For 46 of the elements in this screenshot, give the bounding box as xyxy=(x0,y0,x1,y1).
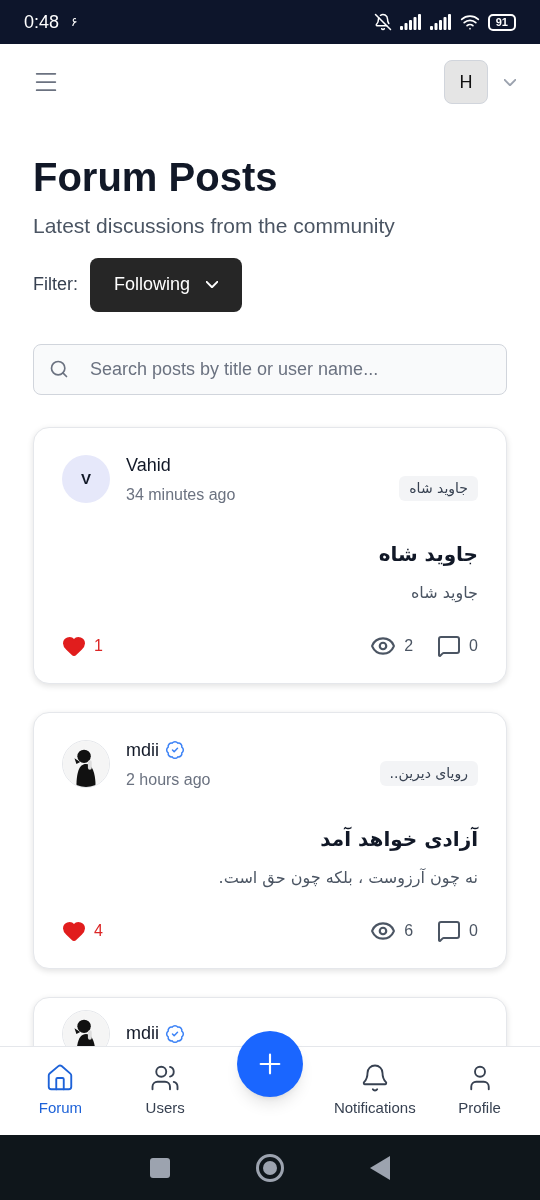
user-avatar: V xyxy=(62,455,110,503)
post-excerpt: جاوید شاه xyxy=(409,581,478,605)
users-icon xyxy=(150,1063,181,1093)
page-subtitle: Latest discussions from the community xyxy=(33,213,396,239)
nav-tab[interactable]: Profile xyxy=(427,1063,532,1120)
recents-icon[interactable] xyxy=(150,1157,170,1178)
status-indicator: ۶ xyxy=(71,14,78,31)
signal-icon xyxy=(429,14,452,30)
nav-tab[interactable]: Users xyxy=(112,1063,218,1120)
author-name: Vahid xyxy=(126,453,171,477)
post-excerpt: نه چون آرزوست ، بلکه چون حق است. xyxy=(217,866,478,890)
view-count: 2 xyxy=(404,635,414,656)
post-card[interactable]: mdii xyxy=(33,996,507,1046)
like-count: 4 xyxy=(94,920,103,941)
search-icon xyxy=(49,358,69,379)
back-icon[interactable] xyxy=(370,1155,390,1180)
comment-count: 0 xyxy=(469,920,478,941)
post-tag: رویای دیرین.. xyxy=(379,760,478,786)
post-time: 34 minutes ago xyxy=(126,484,236,505)
comment-icon xyxy=(437,918,462,943)
filter-dropdown[interactable]: Following xyxy=(90,257,243,312)
post-title: آزادی خواهد آمد xyxy=(319,825,478,853)
signal-icon xyxy=(399,14,422,30)
author-name: mdii xyxy=(126,738,159,762)
wifi-icon xyxy=(459,12,480,32)
add-post-button[interactable] xyxy=(237,1031,303,1097)
view-count: 6 xyxy=(404,920,414,941)
comment-count: 0 xyxy=(469,635,478,656)
comment-icon xyxy=(437,633,462,658)
post-tag: جاوید شاه xyxy=(399,475,478,501)
chevron-icon xyxy=(504,78,516,86)
mute-icon xyxy=(373,13,392,31)
post-time: 2 hours ago xyxy=(126,769,211,790)
filter-label: Filter: xyxy=(33,273,78,296)
battery-indicator: 91 xyxy=(487,13,516,31)
post-title: جاوید شاه xyxy=(377,540,478,568)
page-title: Forum Posts xyxy=(33,154,279,201)
nav-tab[interactable]: Forum xyxy=(8,1063,113,1120)
chevron-icon xyxy=(206,281,219,288)
author-name: mdii xyxy=(126,1022,159,1045)
account-button[interactable]: H xyxy=(444,60,488,104)
nav-tab[interactable]: Notifications xyxy=(322,1063,428,1120)
home-icon[interactable] xyxy=(256,1153,284,1182)
search-field[interactable]: Search posts by title or user name... xyxy=(33,343,507,395)
like-count: 1 xyxy=(94,635,103,656)
status-time: 0:48 xyxy=(24,10,60,34)
